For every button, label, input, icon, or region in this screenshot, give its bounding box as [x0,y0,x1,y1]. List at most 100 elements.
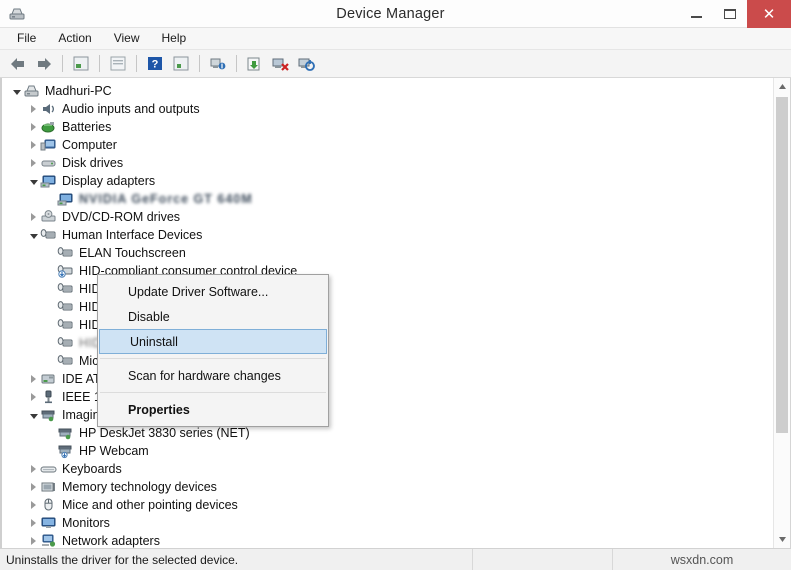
computer-icon [40,137,57,153]
collapse-arrow-icon[interactable] [27,226,40,244]
disable-device-icon [298,58,315,71]
expand-arrow-icon[interactable] [27,388,40,406]
help-button[interactable]: ? [143,53,167,75]
expand-arrow-icon[interactable] [27,208,40,226]
context-menu-item-properties[interactable]: Properties [98,397,328,422]
ieee1394-icon [40,389,57,405]
tree-item[interactable]: Network adapters [2,532,773,548]
close-button[interactable]: ✕ [747,0,791,28]
expand-arrow-icon[interactable] [27,118,40,136]
toolbar: ? [0,50,791,78]
status-bar: Uninstalls the driver for the selected d… [0,548,791,570]
tree-item[interactable]: Madhuri-PC [2,82,773,100]
update-driver-button[interactable] [243,53,267,75]
back-button[interactable] [6,53,30,75]
tree-item[interactable]: Display adapters [2,172,773,190]
expand-arrow-icon[interactable] [27,532,40,548]
context-menu-item-update-driver-software[interactable]: Update Driver Software... [98,279,328,304]
tree-item-label: Human Interface Devices [62,228,203,242]
speaker-icon [40,101,57,117]
tree-item[interactable]: Monitors [2,514,773,532]
device-manager-icon [8,5,26,23]
title-bar: Device Manager ✕ [0,0,791,28]
tree-item[interactable]: Keyboards [2,460,773,478]
tree-item-label: Display adapters [62,174,156,188]
expand-arrow-icon[interactable] [27,100,40,118]
tree-item[interactable]: DVD/CD-ROM drives [2,208,773,226]
menu-view[interactable]: View [105,29,149,47]
tree-item[interactable]: Disk drives [2,154,773,172]
expand-arrow-icon[interactable] [27,370,40,388]
scroll-down-arrow-icon[interactable] [774,531,790,548]
display-adapter-icon [40,173,57,189]
device-tree-panel: Madhuri-PC Audio inputs and outputs Batt… [0,78,791,548]
status-message: Uninstalls the driver for the selected d… [0,549,473,570]
tree-item-label: Memory technology devices [62,480,217,494]
tree-item-label: NVIDIA GeForce GT 640M [79,192,253,206]
tree-item-label: DVD/CD-ROM drives [62,210,181,224]
collapse-arrow-icon[interactable] [10,82,23,100]
tree-item[interactable]: Memory technology devices [2,478,773,496]
menu-help[interactable]: Help [153,29,196,47]
expand-arrow-icon[interactable] [27,478,40,496]
battery-icon [40,119,57,135]
tree-item[interactable]: HP Webcam [2,442,773,460]
hid-icon [57,299,74,315]
tree-item-label: Keyboards [62,462,122,476]
context-menu-separator-1 [100,358,326,359]
expand-arrow-icon[interactable] [27,514,40,532]
webcam-icon [57,443,74,459]
status-middle-pane [473,549,613,570]
details-view-icon [173,56,189,71]
forward-button[interactable] [32,53,56,75]
dvd-drive-icon [40,209,57,225]
hid-icon [57,353,74,369]
device-manager-window: Device Manager ✕ File Action View Help ?… [0,0,791,570]
scan-hardware-changes-button[interactable] [206,53,230,75]
tree-item[interactable]: Batteries [2,118,773,136]
properties-button[interactable] [106,53,130,75]
scrollbar-thumb[interactable] [776,97,788,433]
tree-item[interactable]: Human Interface Devices [2,226,773,244]
scroll-up-arrow-icon[interactable] [774,78,790,95]
expand-arrow-icon[interactable] [27,154,40,172]
hid-icon [57,335,74,351]
view-details-button[interactable] [169,53,193,75]
tree-item-label: Computer [62,138,117,152]
tree-item[interactable]: Audio inputs and outputs [2,100,773,118]
expand-arrow-icon[interactable] [27,496,40,514]
context-menu-item-disable[interactable]: Disable [98,304,328,329]
tree-item[interactable]: ELAN Touchscreen [2,244,773,262]
disable-device-button[interactable] [295,53,319,75]
scan-hardware-icon [210,58,226,69]
tree-item-label: HP Webcam [79,444,149,458]
vertical-scrollbar[interactable] [773,78,790,548]
tree-item[interactable]: Computer [2,136,773,154]
expand-arrow-icon[interactable] [27,460,40,478]
tree-item[interactable]: Mice and other pointing devices [2,496,773,514]
tree-item-label: ELAN Touchscreen [79,246,186,260]
hid-download-icon [57,263,74,279]
expand-arrow-icon[interactable] [27,136,40,154]
context-menu-item-uninstall[interactable]: Uninstall [99,329,327,354]
imaging-device-icon [57,425,74,441]
scrollbar-track[interactable] [774,95,790,531]
hid-icon [40,227,57,243]
context-menu: Update Driver Software... Disable Uninst… [97,274,329,427]
uninstall-device-icon [272,58,289,71]
minimize-button[interactable] [679,0,713,28]
collapse-arrow-icon[interactable] [27,172,40,190]
collapse-arrow-icon[interactable] [27,406,40,424]
tree-item-label: Disk drives [62,156,124,170]
maximize-button[interactable] [713,0,747,28]
uninstall-device-button[interactable] [269,53,293,75]
context-menu-item-scan-for-hardware-changes[interactable]: Scan for hardware changes [98,363,328,388]
show-hide-console-tree-button[interactable] [69,53,93,75]
tree-item[interactable]: NVIDIA GeForce GT 640M [2,190,773,208]
minimize-icon [690,15,702,18]
menu-file[interactable]: File [8,29,45,47]
menu-action[interactable]: Action [49,29,100,47]
